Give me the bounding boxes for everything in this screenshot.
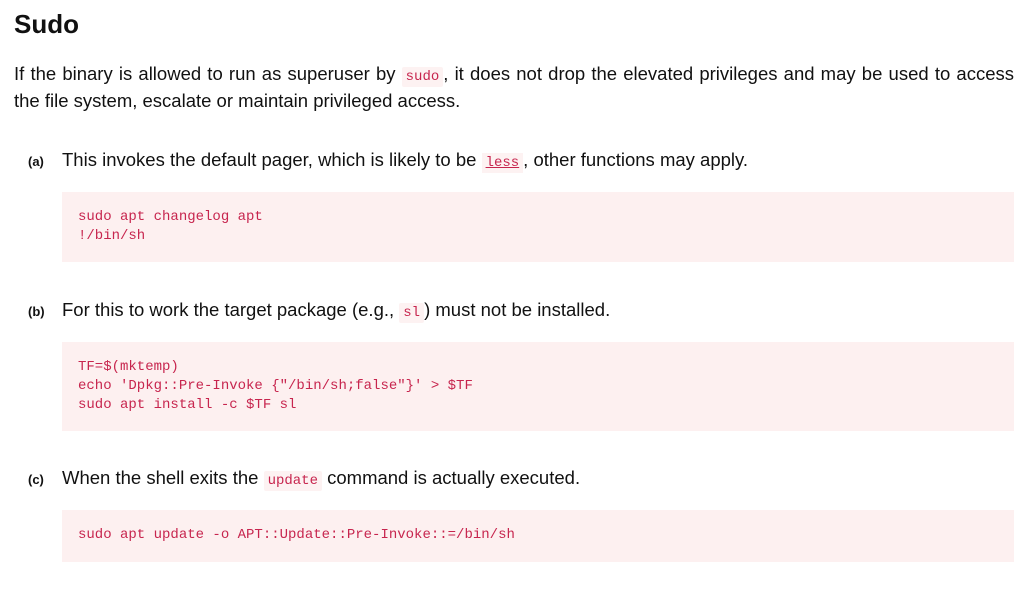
list-item-c: (c) When the shell exits the update comma… <box>28 466 1014 562</box>
list-item-a: (a) This invokes the default pager, which… <box>28 148 1014 262</box>
code-line: echo 'Dpkg::Pre-Invoke {"/bin/sh;false"}… <box>78 378 473 394</box>
code-line: !/bin/sh <box>78 228 146 244</box>
inline-code-update: update <box>263 471 322 491</box>
page-title: Sudo <box>14 9 79 39</box>
less-link[interactable]: less <box>481 153 524 173</box>
item-description: (a) This invokes the default pager, which… <box>28 148 1014 175</box>
code-line: sudo apt install -c $TF sl <box>78 397 297 413</box>
item-marker: (b) <box>28 304 45 319</box>
item-marker: (c) <box>28 472 44 487</box>
item-description: (b) For this to work the target package (… <box>28 298 1014 325</box>
item-text-start: For this to work the target package (e.g… <box>62 299 400 320</box>
inline-code-sl: sl <box>399 303 425 323</box>
code-block: sudo apt changelog apt !/bin/sh <box>62 192 1014 262</box>
inline-code-sudo: sudo <box>401 67 444 87</box>
item-text-end: command is actually executed. <box>321 467 581 488</box>
item-text-end: , other functions may apply. <box>523 149 749 170</box>
item-marker: (a) <box>28 154 44 169</box>
item-text-start: This invokes the default pager, which is… <box>62 149 482 170</box>
list-item-b: (b) For this to work the target package (… <box>28 298 1014 431</box>
item-description: (c) When the shell exits the update comma… <box>28 466 1014 493</box>
code-line: sudo apt update -o APT::Update::Pre-Invo… <box>78 527 515 543</box>
item-text-start: When the shell exits the <box>62 467 264 488</box>
code-block: sudo apt update -o APT::Update::Pre-Invo… <box>62 510 1014 562</box>
code-line: sudo apt changelog apt <box>78 209 263 225</box>
code-block: TF=$(mktemp) echo 'Dpkg::Pre-Invoke {"/b… <box>62 342 1014 431</box>
intro-paragraph: If the binary is allowed to run as super… <box>14 62 1014 112</box>
intro-text-start: If the binary is allowed to run as super… <box>14 63 402 84</box>
item-text-end: ) must not be installed. <box>424 299 611 320</box>
code-line: TF=$(mktemp) <box>78 359 179 375</box>
